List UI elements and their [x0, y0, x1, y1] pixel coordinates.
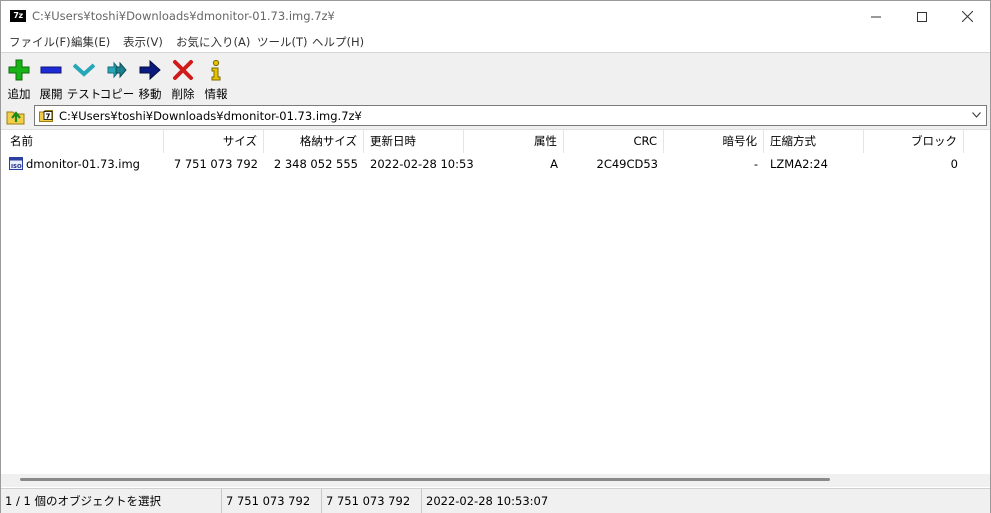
menu-edit[interactable]: 編集(E)	[71, 34, 110, 50]
status-bar: 1 / 1 個のオブジェクトを選択 7 751 073 792 7 751 07…	[1, 488, 990, 513]
info-label: 情報	[204, 87, 228, 101]
status-packed-size: 7 751 073 792	[322, 489, 422, 513]
window-title: C:¥Users¥toshi¥Downloads¥dmonitor-01.73.…	[32, 9, 335, 23]
address-path: C:¥Users¥toshi¥Downloads¥dmonitor-01.73.…	[59, 109, 362, 123]
title-bar[interactable]: 7z C:¥Users¥toshi¥Downloads¥dmonitor-01.…	[1, 1, 990, 31]
file-packed-size: 2 348 052 555	[273, 157, 358, 171]
file-modified: 2022-02-28 10:53	[370, 157, 474, 171]
chevron-down-icon[interactable]	[972, 112, 981, 118]
menu-file[interactable]: ファイル(F)	[9, 34, 71, 50]
horizontal-scrollbar[interactable]	[1, 474, 990, 487]
right-arrow-icon	[139, 59, 161, 81]
status-size: 7 751 073 792	[222, 489, 322, 513]
minimize-icon	[871, 16, 881, 17]
info-button[interactable]: 情報	[199, 57, 233, 101]
menu-view[interactable]: 表示(V)	[123, 34, 163, 50]
address-combobox[interactable]: 7 C:¥Users¥toshi¥Downloads¥dmonitor-01.7…	[34, 105, 987, 126]
file-name: dmonitor-01.73.img	[26, 157, 140, 171]
close-button[interactable]	[944, 1, 990, 31]
menu-help[interactable]: ヘルプ(H)	[312, 34, 364, 50]
folder-up-icon	[6, 111, 25, 125]
address-row: 7 C:¥Users¥toshi¥Downloads¥dmonitor-01.7…	[1, 102, 990, 129]
column-header-crc[interactable]: CRC	[564, 130, 664, 153]
maximize-button[interactable]	[899, 1, 945, 31]
minus-icon	[40, 66, 62, 74]
toolbar: 追加 展開 テスト コピー 移動 削除 情報	[1, 52, 990, 103]
column-header-size[interactable]: サイズ	[164, 130, 264, 153]
file-block: 0	[950, 157, 958, 171]
close-icon	[961, 10, 973, 23]
file-list[interactable]: 名前 サイズ 格納サイズ 更新日時 属性 CRC 暗号化 圧縮方式 ブロック I…	[1, 129, 990, 475]
archive-icon-text: 7	[46, 113, 51, 121]
iso-file-icon: ISO	[9, 157, 23, 170]
file-attributes: A	[550, 157, 558, 171]
archive-icon: 7	[39, 110, 53, 122]
iso-file-icon-text: ISO	[11, 164, 22, 170]
maximize-icon	[917, 11, 927, 22]
file-size: 7 751 073 792	[173, 157, 258, 171]
menu-tools[interactable]: ツール(T)	[257, 34, 308, 50]
checkmark-chevron-icon	[73, 63, 95, 77]
column-header-modified[interactable]: 更新日時	[364, 130, 464, 153]
table-row[interactable]: ISO dmonitor-01.73.img 7 751 073 792 2 3…	[1, 154, 990, 174]
folder-up-button[interactable]	[6, 106, 26, 126]
copy-arrows-icon	[107, 61, 127, 79]
status-modified: 2022-02-28 10:53:07	[426, 494, 549, 508]
column-header-block[interactable]: ブロック	[864, 130, 964, 153]
status-selection: 1 / 1 個のオブジェクトを選択	[1, 489, 222, 513]
plus-icon	[8, 59, 30, 81]
column-header-attributes[interactable]: 属性	[464, 130, 564, 153]
file-encrypted: -	[753, 157, 758, 171]
column-header-encrypted[interactable]: 暗号化	[664, 130, 764, 153]
info-icon	[211, 59, 221, 81]
column-header-method[interactable]: 圧縮方式	[764, 130, 864, 153]
column-header-packed-size[interactable]: 格納サイズ	[264, 130, 364, 153]
minimize-button[interactable]	[853, 1, 899, 31]
file-method: LZMA2:24	[770, 157, 828, 171]
column-header-name[interactable]: 名前	[1, 130, 164, 153]
app-window: 7z C:¥Users¥toshi¥Downloads¥dmonitor-01.…	[0, 0, 991, 513]
red-x-icon	[173, 60, 193, 80]
menu-favorites[interactable]: お気に入り(A)	[176, 34, 250, 50]
scrollbar-thumb[interactable]	[20, 478, 830, 481]
file-crc: 2C49CD53	[596, 157, 659, 171]
menu-bar: ファイル(F) 編集(E) 表示(V) お気に入り(A) ツール(T) ヘルプ(…	[1, 31, 990, 52]
app-7zip-icon: 7z	[10, 10, 26, 22]
